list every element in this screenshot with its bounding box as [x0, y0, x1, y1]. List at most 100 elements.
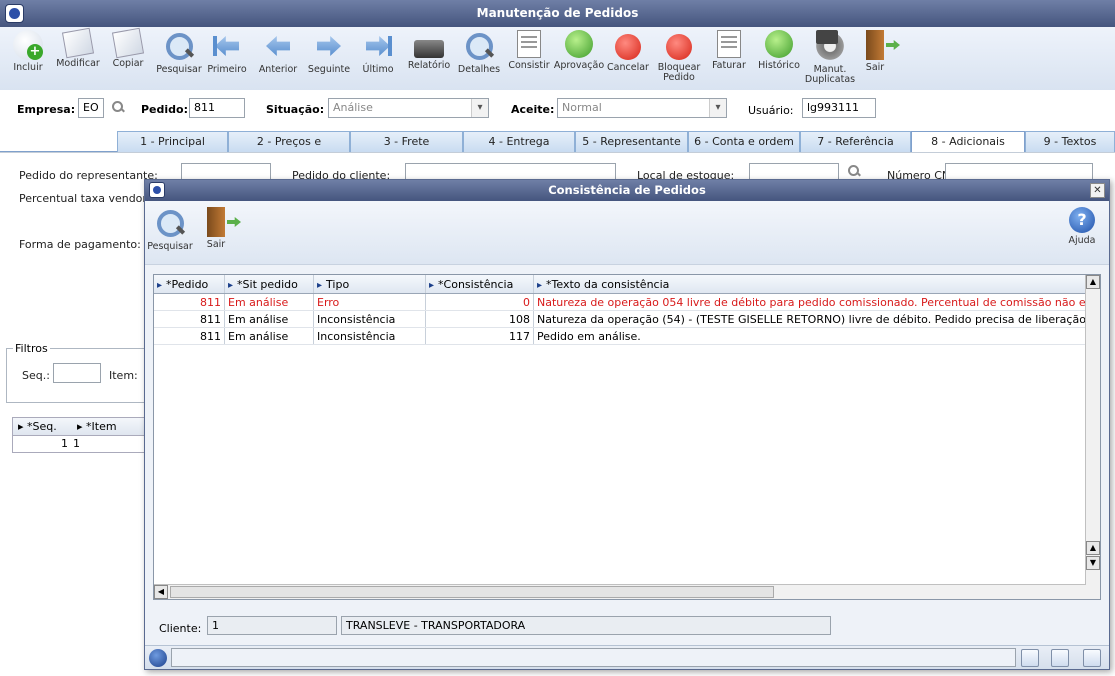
- bloquear-pedido-button[interactable]: Bloquear Pedido: [651, 30, 707, 83]
- history-icon: [765, 30, 793, 58]
- seq-filter-field[interactable]: [53, 363, 101, 383]
- dialog-title: Consistência de Pedidos: [548, 183, 706, 197]
- col-consistencia-header[interactable]: *Consistência: [426, 275, 534, 293]
- chat-icon[interactable]: [1083, 649, 1101, 667]
- search-icon: [163, 30, 195, 62]
- scroll-up-icon[interactable]: ▲: [1086, 275, 1100, 289]
- sair-button[interactable]: Sair: [847, 30, 903, 73]
- previous-icon: [262, 30, 294, 62]
- seguinte-button[interactable]: Seguinte: [301, 30, 357, 75]
- tab-adicionais[interactable]: 8 - Adicionais: [911, 131, 1025, 153]
- dialog-toolbar: Pesquisar Sair ? Ajuda: [145, 201, 1109, 265]
- cancelar-button[interactable]: Cancelar: [600, 30, 656, 73]
- empresa-field[interactable]: EO: [78, 98, 104, 118]
- empresa-search-icon[interactable]: [112, 101, 124, 113]
- consistencia-dialog: Consistência de Pedidos ✕ Pesquisar Sair…: [144, 179, 1110, 670]
- usuario-field[interactable]: lg993111: [802, 98, 876, 118]
- historico-button[interactable]: Histórico: [751, 30, 807, 71]
- modificar-button[interactable]: Modificar: [50, 27, 106, 69]
- col-seq-label: *Seq.: [27, 420, 57, 433]
- help-button[interactable]: ? Ajuda: [1059, 207, 1105, 246]
- cell-sit: Em análise: [225, 311, 314, 327]
- col-item-header[interactable]: ▸ *Item: [77, 418, 117, 436]
- tab-precos-descontos[interactable]: 2 - Preços e Descontos: [228, 131, 350, 168]
- cell-texto: Natureza de operação 054 livre de débito…: [534, 294, 1086, 310]
- ultimo-button[interactable]: Último: [350, 30, 406, 75]
- first-icon: [211, 30, 243, 62]
- table-row[interactable]: 1 1: [13, 436, 151, 452]
- col-seq-header[interactable]: ▸ *Seq.: [18, 418, 57, 436]
- primeiro-button[interactable]: Primeiro: [199, 30, 255, 75]
- percentual-taxa-label: Percentual taxa vendor:: [19, 192, 151, 205]
- search-icon: [154, 207, 186, 239]
- scroll-down-icon[interactable]: ▼: [1086, 556, 1100, 570]
- exit-icon: [866, 30, 884, 60]
- tab-referencia[interactable]: 7 - Referência: [800, 131, 911, 152]
- cliente-label: Cliente:: [159, 622, 202, 635]
- help-icon: ?: [1069, 207, 1095, 233]
- details-icon: [463, 30, 495, 62]
- cancel-icon: [615, 34, 641, 60]
- consistencia-grid: *Pedido *Sit pedido Tipo *Consistência *…: [153, 274, 1101, 600]
- tab-conta-ordem[interactable]: 6 - Conta e ordem: [688, 131, 800, 152]
- usuario-label: Usuário:: [748, 104, 794, 117]
- col-pedido-header[interactable]: *Pedido: [154, 275, 225, 293]
- local-estoque-search-icon[interactable]: [848, 165, 860, 177]
- dialog-exit-button[interactable]: Sair: [193, 207, 239, 250]
- anterior-button[interactable]: Anterior: [250, 30, 306, 75]
- grid-header: *Pedido *Sit pedido Tipo *Consistência *…: [154, 275, 1086, 294]
- items-table-header: ▸ *Seq. ▸ *Item: [13, 418, 151, 436]
- cell-tipo: Erro: [314, 294, 426, 310]
- cell-pedido: 811: [154, 311, 225, 327]
- consistir-button[interactable]: Consistir: [501, 30, 557, 71]
- incluir-button[interactable]: Incluir: [0, 30, 56, 73]
- cliente-code-field[interactable]: 1: [207, 616, 337, 635]
- col-texto-header[interactable]: *Texto da consistência: [534, 275, 1086, 293]
- cell-tipo: Inconsistência: [314, 328, 426, 344]
- copiar-button[interactable]: Copiar: [100, 27, 156, 69]
- detalhes-button[interactable]: Detalhes: [451, 30, 507, 75]
- dialog-status-bar: [145, 645, 1109, 669]
- table-row[interactable]: 811 Em análise Inconsistência 117 Pedido…: [154, 328, 1086, 345]
- aceite-select[interactable]: Normal: [557, 98, 727, 118]
- cell-sit: Em análise: [225, 294, 314, 310]
- cliente-name-field[interactable]: TRANSLEVE - TRANSPORTADORA: [341, 616, 831, 635]
- pedido-field[interactable]: 811: [189, 98, 245, 118]
- situacao-label: Situação:: [266, 103, 325, 116]
- cell-tipo: Inconsistência: [314, 311, 426, 327]
- order-header: Empresa: EO Pedido: 811 Situação: Anális…: [0, 97, 1115, 119]
- window-title-bar: Manutenção de Pedidos: [0, 0, 1115, 27]
- table-row[interactable]: 811 Em análise Erro 0 Natureza de operaç…: [154, 294, 1086, 311]
- tab-textos[interactable]: 9 - Textos: [1025, 131, 1115, 152]
- tab-principal[interactable]: 1 - Principal: [117, 131, 228, 152]
- close-icon[interactable]: ✕: [1090, 183, 1105, 198]
- tab-representante[interactable]: 5 - Representante: [575, 131, 688, 152]
- tab-bar: 1 - Principal 2 - Preços e Descontos 3 -…: [0, 130, 1115, 168]
- aprovacao-button[interactable]: Aprovação: [551, 30, 607, 71]
- relatorio-button[interactable]: Relatório: [401, 30, 457, 71]
- pedido-representante-label: Pedido do representante:: [19, 169, 158, 182]
- check-icon: [517, 30, 541, 58]
- empresa-label: Empresa:: [17, 103, 76, 116]
- print-icon[interactable]: [1051, 649, 1069, 667]
- scroll-page-up-icon[interactable]: ▲: [1086, 541, 1100, 555]
- cell-texto: Pedido em análise.: [534, 328, 1086, 344]
- horizontal-scrollbar[interactable]: ◀: [154, 584, 1086, 599]
- faturar-button[interactable]: Faturar: [701, 30, 757, 71]
- col-tipo-header[interactable]: Tipo: [314, 275, 426, 293]
- main-toolbar: Incluir Modificar Copiar Pesquisar Prime…: [0, 27, 1115, 90]
- cell-pedido: 811: [154, 294, 225, 310]
- situacao-select[interactable]: Análise: [328, 98, 489, 118]
- dialog-search-button[interactable]: Pesquisar: [147, 207, 193, 252]
- horizontal-scroll-thumb[interactable]: [170, 586, 774, 598]
- printer-icon: [414, 40, 444, 58]
- scroll-left-icon[interactable]: ◀: [154, 585, 168, 599]
- cell-pedido: 811: [154, 328, 225, 344]
- resize-icon[interactable]: [1021, 649, 1039, 667]
- exit-icon: [207, 207, 225, 237]
- table-row[interactable]: 811 Em análise Inconsistência 108 Nature…: [154, 311, 1086, 328]
- tab-entrega[interactable]: 4 - Entrega: [463, 131, 575, 152]
- vertical-scrollbar[interactable]: ▲ ▲ ▼: [1085, 275, 1100, 599]
- col-sit-pedido-header[interactable]: *Sit pedido: [225, 275, 314, 293]
- tab-frete[interactable]: 3 - Frete: [350, 131, 463, 152]
